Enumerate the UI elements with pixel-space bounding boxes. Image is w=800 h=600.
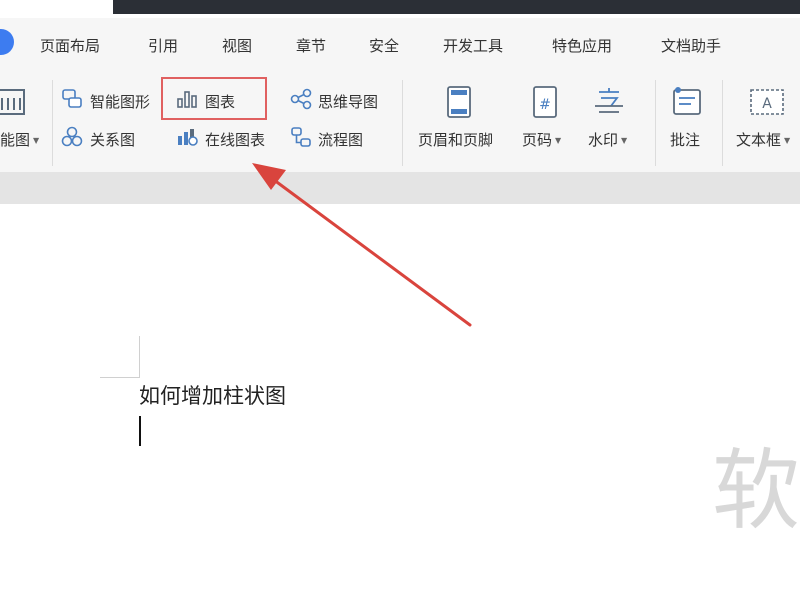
arrow-shaft [268, 175, 472, 327]
annotation-arrow [252, 163, 472, 327]
